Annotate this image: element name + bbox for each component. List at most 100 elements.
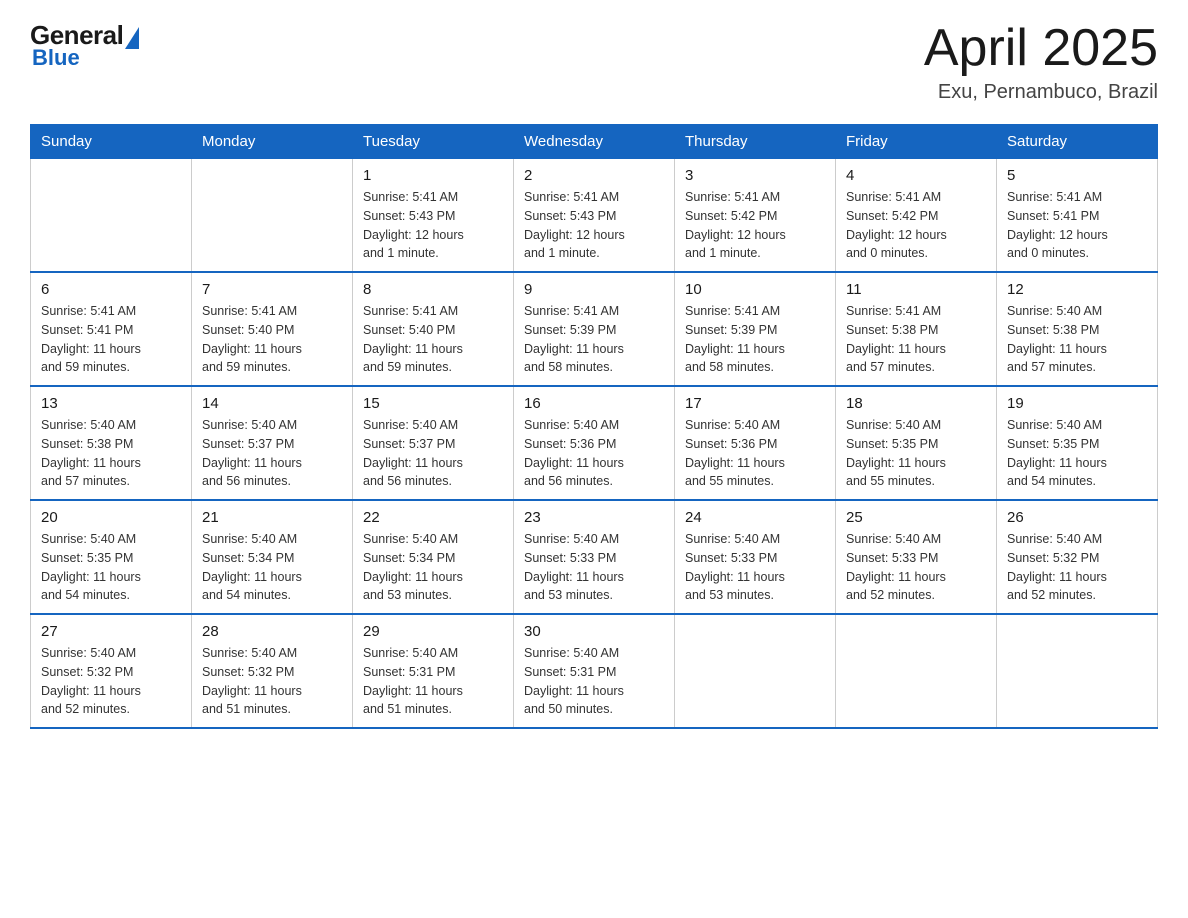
- calendar-cell: 11 Sunrise: 5:41 AM Sunset: 5:38 PM Dayli…: [836, 272, 997, 386]
- day-info: Sunrise: 5:41 AM Sunset: 5:40 PM Dayligh…: [363, 302, 503, 377]
- day-info: Sunrise: 5:41 AM Sunset: 5:41 PM Dayligh…: [41, 302, 181, 377]
- calendar-cell: [192, 159, 353, 273]
- calendar-cell: 18 Sunrise: 5:40 AM Sunset: 5:35 PM Dayli…: [836, 386, 997, 500]
- calendar-cell: 13Sunrise: 5:40 AM Sunset: 5:38 PM Dayli…: [31, 386, 192, 500]
- day-info: Sunrise: 5:40 AM Sunset: 5:36 PM Dayligh…: [524, 416, 664, 491]
- day-number: 23: [524, 509, 664, 526]
- calendar-week-row: 27Sunrise: 5:40 AM Sunset: 5:32 PM Dayli…: [31, 614, 1158, 728]
- calendar-cell: 6 Sunrise: 5:41 AM Sunset: 5:41 PM Daylig…: [31, 272, 192, 386]
- day-info: Sunrise: 5:41 AM Sunset: 5:43 PM Dayligh…: [524, 188, 664, 263]
- day-number: 26: [1007, 509, 1147, 526]
- weekday-header-tuesday: Tuesday: [353, 125, 514, 159]
- calendar-cell: 25Sunrise: 5:40 AM Sunset: 5:33 PM Dayli…: [836, 500, 997, 614]
- calendar-cell: 8 Sunrise: 5:41 AM Sunset: 5:40 PM Daylig…: [353, 272, 514, 386]
- calendar-table: SundayMondayTuesdayWednesdayThursdayFrid…: [30, 124, 1158, 729]
- calendar-cell: 27Sunrise: 5:40 AM Sunset: 5:32 PM Dayli…: [31, 614, 192, 728]
- day-number: 1: [363, 167, 503, 184]
- calendar-cell: [836, 614, 997, 728]
- calendar-cell: 19 Sunrise: 5:40 AM Sunset: 5:35 PM Dayli…: [997, 386, 1158, 500]
- day-info: Sunrise: 5:40 AM Sunset: 5:38 PM Dayligh…: [1007, 302, 1147, 377]
- calendar-cell: 1Sunrise: 5:41 AM Sunset: 5:43 PM Daylig…: [353, 159, 514, 273]
- day-number: 10: [685, 281, 825, 298]
- calendar-cell: 22Sunrise: 5:40 AM Sunset: 5:34 PM Dayli…: [353, 500, 514, 614]
- calendar-cell: 16 Sunrise: 5:40 AM Sunset: 5:36 PM Dayli…: [514, 386, 675, 500]
- calendar-cell: 17 Sunrise: 5:40 AM Sunset: 5:36 PM Dayli…: [675, 386, 836, 500]
- day-number: 21: [202, 509, 342, 526]
- day-info: Sunrise: 5:41 AM Sunset: 5:42 PM Dayligh…: [685, 188, 825, 263]
- day-number: 19: [1007, 395, 1147, 412]
- day-info: Sunrise: 5:40 AM Sunset: 5:35 PM Dayligh…: [41, 530, 181, 605]
- day-number: 8: [363, 281, 503, 298]
- calendar-cell: 29 Sunrise: 5:40 AM Sunset: 5:31 PM Dayli…: [353, 614, 514, 728]
- page-header: General Blue April 2025 Exu, Pernambuco,…: [30, 20, 1158, 104]
- day-info: Sunrise: 5:40 AM Sunset: 5:35 PM Dayligh…: [846, 416, 986, 491]
- day-info: Sunrise: 5:40 AM Sunset: 5:31 PM Dayligh…: [524, 644, 664, 719]
- day-number: 17: [685, 395, 825, 412]
- calendar-cell: 28Sunrise: 5:40 AM Sunset: 5:32 PM Dayli…: [192, 614, 353, 728]
- day-info: Sunrise: 5:40 AM Sunset: 5:37 PM Dayligh…: [363, 416, 503, 491]
- day-number: 30: [524, 623, 664, 640]
- day-number: 4: [846, 167, 986, 184]
- day-info: Sunrise: 5:40 AM Sunset: 5:36 PM Dayligh…: [685, 416, 825, 491]
- weekday-header-thursday: Thursday: [675, 125, 836, 159]
- day-number: 28: [202, 623, 342, 640]
- day-info: Sunrise: 5:40 AM Sunset: 5:31 PM Dayligh…: [363, 644, 503, 719]
- day-number: 15: [363, 395, 503, 412]
- day-number: 16: [524, 395, 664, 412]
- day-number: 22: [363, 509, 503, 526]
- day-info: Sunrise: 5:40 AM Sunset: 5:33 PM Dayligh…: [685, 530, 825, 605]
- calendar-cell: 7 Sunrise: 5:41 AM Sunset: 5:40 PM Daylig…: [192, 272, 353, 386]
- day-number: 18: [846, 395, 986, 412]
- calendar-header-row: SundayMondayTuesdayWednesdayThursdayFrid…: [31, 125, 1158, 159]
- calendar-cell: [31, 159, 192, 273]
- day-info: Sunrise: 5:40 AM Sunset: 5:38 PM Dayligh…: [41, 416, 181, 491]
- logo-blue-text: Blue: [32, 45, 80, 71]
- calendar-cell: 24 Sunrise: 5:40 AM Sunset: 5:33 PM Dayli…: [675, 500, 836, 614]
- day-number: 29: [363, 623, 503, 640]
- day-number: 12: [1007, 281, 1147, 298]
- day-info: Sunrise: 5:40 AM Sunset: 5:37 PM Dayligh…: [202, 416, 342, 491]
- day-number: 5: [1007, 167, 1147, 184]
- calendar-cell: 5 Sunrise: 5:41 AM Sunset: 5:41 PM Daylig…: [997, 159, 1158, 273]
- day-info: Sunrise: 5:40 AM Sunset: 5:35 PM Dayligh…: [1007, 416, 1147, 491]
- logo: General Blue: [30, 20, 139, 71]
- title-block: April 2025 Exu, Pernambuco, Brazil: [924, 20, 1158, 104]
- day-number: 6: [41, 281, 181, 298]
- calendar-cell: 23Sunrise: 5:40 AM Sunset: 5:33 PM Dayli…: [514, 500, 675, 614]
- calendar-cell: 14Sunrise: 5:40 AM Sunset: 5:37 PM Dayli…: [192, 386, 353, 500]
- weekday-header-saturday: Saturday: [997, 125, 1158, 159]
- calendar-cell: [997, 614, 1158, 728]
- calendar-cell: [675, 614, 836, 728]
- location-subtitle: Exu, Pernambuco, Brazil: [924, 81, 1158, 104]
- weekday-header-wednesday: Wednesday: [514, 125, 675, 159]
- calendar-week-row: 1 Sunrise: 5:41 AM Sunset: 5:43 PM Daylig…: [31, 159, 1158, 273]
- day-info: Sunrise: 5:41 AM Sunset: 5:39 PM Dayligh…: [685, 302, 825, 377]
- calendar-cell: 12 Sunrise: 5:40 AM Sunset: 5:38 PM Dayli…: [997, 272, 1158, 386]
- day-info: Sunrise: 5:41 AM Sunset: 5:38 PM Dayligh…: [846, 302, 986, 377]
- calendar-cell: 10 Sunrise: 5:41 AM Sunset: 5:39 PM Dayli…: [675, 272, 836, 386]
- calendar-cell: 30 Sunrise: 5:40 AM Sunset: 5:31 PM Dayli…: [514, 614, 675, 728]
- day-number: 7: [202, 281, 342, 298]
- day-info: Sunrise: 5:40 AM Sunset: 5:32 PM Dayligh…: [41, 644, 181, 719]
- calendar-cell: 2 Sunrise: 5:41 AM Sunset: 5:43 PM Daylig…: [514, 159, 675, 273]
- calendar-cell: 4Sunrise: 5:41 AM Sunset: 5:42 PM Daylig…: [836, 159, 997, 273]
- day-info: Sunrise: 5:40 AM Sunset: 5:32 PM Dayligh…: [1007, 530, 1147, 605]
- calendar-cell: 9 Sunrise: 5:41 AM Sunset: 5:39 PM Daylig…: [514, 272, 675, 386]
- calendar-cell: 26 Sunrise: 5:40 AM Sunset: 5:32 PM Dayli…: [997, 500, 1158, 614]
- calendar-week-row: 20 Sunrise: 5:40 AM Sunset: 5:35 PM Dayli…: [31, 500, 1158, 614]
- day-number: 11: [846, 281, 986, 298]
- weekday-header-sunday: Sunday: [31, 125, 192, 159]
- weekday-header-friday: Friday: [836, 125, 997, 159]
- day-number: 9: [524, 281, 664, 298]
- day-info: Sunrise: 5:41 AM Sunset: 5:39 PM Dayligh…: [524, 302, 664, 377]
- day-number: 2: [524, 167, 664, 184]
- weekday-header-monday: Monday: [192, 125, 353, 159]
- day-info: Sunrise: 5:41 AM Sunset: 5:40 PM Dayligh…: [202, 302, 342, 377]
- day-number: 20: [41, 509, 181, 526]
- day-number: 24: [685, 509, 825, 526]
- day-info: Sunrise: 5:41 AM Sunset: 5:41 PM Dayligh…: [1007, 188, 1147, 263]
- day-info: Sunrise: 5:40 AM Sunset: 5:34 PM Dayligh…: [202, 530, 342, 605]
- calendar-cell: 20 Sunrise: 5:40 AM Sunset: 5:35 PM Dayli…: [31, 500, 192, 614]
- day-info: Sunrise: 5:40 AM Sunset: 5:33 PM Dayligh…: [846, 530, 986, 605]
- calendar-week-row: 6 Sunrise: 5:41 AM Sunset: 5:41 PM Daylig…: [31, 272, 1158, 386]
